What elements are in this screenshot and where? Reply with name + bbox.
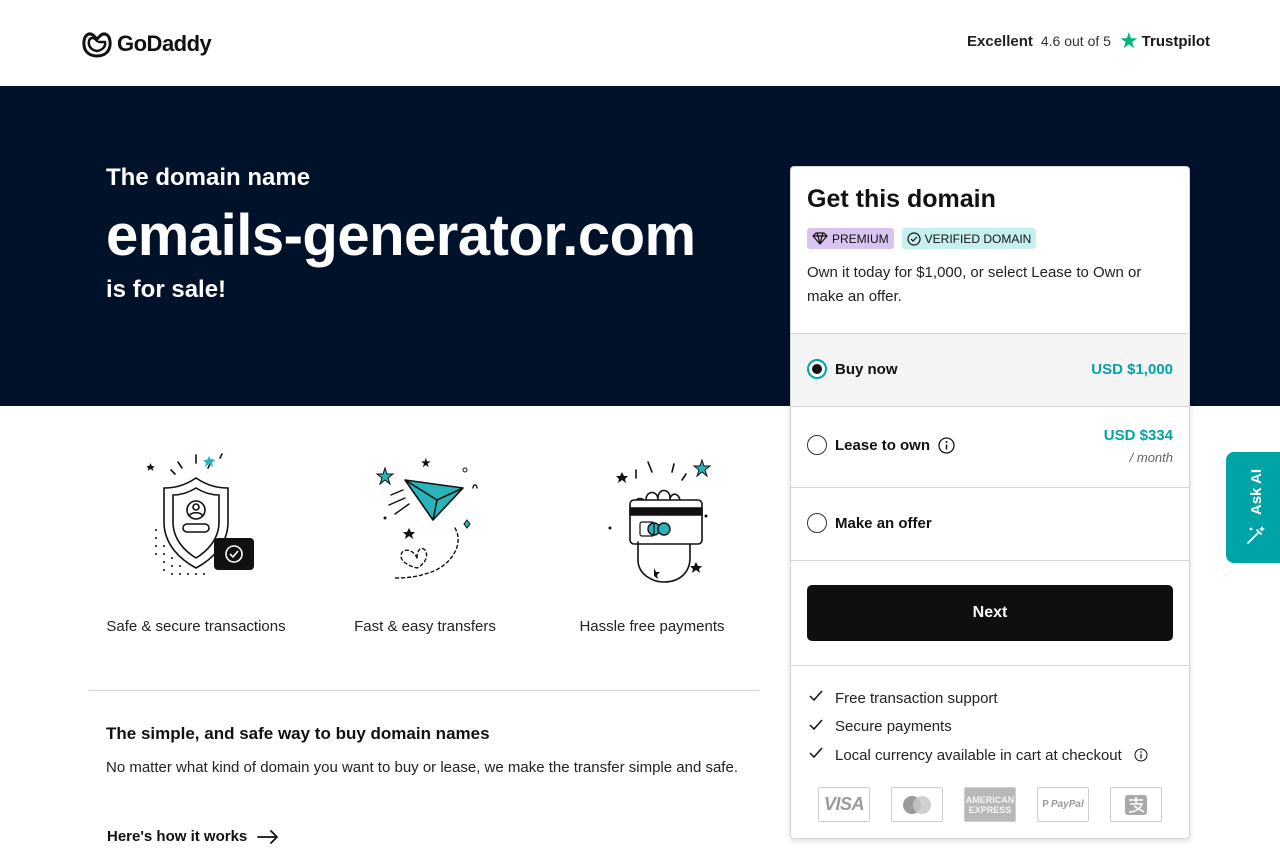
mastercard-circles — [903, 795, 931, 814]
amex-icon: AMERICAN EXPRESS — [964, 787, 1016, 822]
buy-now-radio[interactable] — [807, 359, 827, 379]
godaddy-logo-icon — [82, 32, 112, 58]
offer-label: Make an offer — [835, 515, 932, 532]
how-it-works-link[interactable]: Here's how it works — [107, 828, 279, 845]
card-title: Get this domain — [807, 185, 996, 213]
lease-radio[interactable] — [807, 435, 827, 455]
feature-label: Hassle free payments — [579, 618, 725, 635]
option-buy-now[interactable]: Buy now USD $1,000 — [791, 333, 1189, 406]
trustpilot-rating[interactable]: Excellent 4.6 out of 5 ★ Trustpilot — [967, 30, 1210, 52]
card-description: Own it today for $1,000, or select Lease… — [807, 264, 1142, 305]
feature-label: Safe & secure transactions — [106, 618, 286, 635]
checkmark-icon — [809, 719, 823, 730]
lease-label: Lease to own — [835, 437, 931, 454]
benefit-item: Local currency available in cart at chec… — [791, 741, 1189, 770]
offer-radio[interactable] — [807, 513, 827, 533]
hand-card-icon — [608, 458, 712, 583]
badge-row: PREMIUM VERIFIED DOMAIN — [807, 228, 1037, 249]
paypal-label: PayPal — [1050, 799, 1084, 810]
visa-icon: VISA — [818, 787, 870, 822]
info-icon[interactable] — [938, 437, 955, 454]
trust-score: 4.6 out of 5 — [1040, 33, 1111, 49]
feature-secure: Safe & secure transactions — [96, 450, 296, 635]
hero-pretext: The domain name — [106, 164, 311, 191]
domain-name: emails-generator.com — [106, 203, 696, 268]
arrow-right-icon — [257, 829, 279, 844]
ask-ai-label: Ask AI — [1247, 469, 1265, 516]
paper-plane-icon — [375, 457, 478, 579]
feature-fast: Fast & easy transfers — [325, 450, 525, 635]
next-button[interactable]: Next — [807, 585, 1173, 641]
lease-price: USD $334 — [1103, 427, 1173, 444]
feature-payments: Hassle free payments — [552, 450, 752, 635]
payment-methods: VISA AMERICAN EXPRESS P PayPal — [818, 787, 1162, 822]
checkmark-icon — [809, 690, 823, 702]
checkmark-icon — [809, 747, 823, 759]
verified-badge: VERIFIED DOMAIN — [901, 228, 1037, 249]
lease-label-wrap: Lease to own — [835, 437, 955, 454]
premium-badge: PREMIUM — [807, 228, 894, 249]
benefit-label: Secure payments — [835, 718, 952, 736]
benefits-list: Free transaction support Secure payments… — [791, 665, 1189, 770]
alipay-icon — [1110, 787, 1162, 822]
how-it-works-label: Here's how it works — [107, 828, 248, 845]
trustpilot-brand: Trustpilot — [1141, 32, 1210, 50]
option-make-offer[interactable]: Make an offer — [791, 487, 1189, 560]
benefit-label: Local currency available in cart at chec… — [835, 746, 1122, 764]
premium-badge-label: PREMIUM — [832, 231, 889, 246]
mastercard-icon — [891, 787, 943, 822]
benefit-item: Free transaction support — [791, 684, 1189, 713]
paypal-icon: P PayPal — [1037, 787, 1089, 822]
info-body: No matter what kind of domain you want t… — [106, 759, 738, 776]
logo-text: GoDaddy — [117, 31, 212, 56]
info-icon[interactable] — [1134, 748, 1148, 762]
lease-price-period: / month — [1129, 450, 1173, 465]
trust-rating-label: Excellent — [967, 32, 1033, 50]
section-divider — [89, 690, 759, 691]
hero-posttext: is for sale! — [106, 276, 227, 303]
option-lease-to-own[interactable]: Lease to own USD $334 / month — [791, 406, 1189, 487]
info-title: The simple, and safe way to buy domain n… — [106, 724, 490, 743]
purchase-card: Get this domain PREMIUM VERIFIED DOMAIN … — [790, 166, 1190, 839]
check-circle-icon — [907, 231, 921, 246]
magic-wand-icon — [1247, 525, 1265, 544]
verified-badge-label: VERIFIED DOMAIN — [924, 231, 1032, 246]
next-section: Next — [791, 560, 1189, 665]
star-icon: ★ — [1118, 28, 1139, 53]
alipay-glyph — [1125, 794, 1147, 815]
benefit-label: Free transaction support — [835, 689, 998, 707]
buy-now-label: Buy now — [835, 361, 898, 378]
godaddy-logo[interactable]: GoDaddy — [81, 29, 212, 59]
paypal-mark: P — [1042, 799, 1049, 810]
feature-label: Fast & easy transfers — [354, 618, 496, 635]
shield-icon — [146, 453, 254, 575]
diamond-icon — [812, 232, 828, 245]
trustpilot-logo: ★ Trustpilot — [1119, 30, 1210, 52]
buy-now-price: USD $1,000 — [1091, 361, 1173, 378]
site-header: GoDaddy Excellent 4.6 out of 5 ★ Trustpi… — [0, 0, 1280, 86]
benefit-item: Secure payments — [791, 713, 1189, 742]
ask-ai-tab[interactable]: Ask AI — [1226, 452, 1280, 563]
